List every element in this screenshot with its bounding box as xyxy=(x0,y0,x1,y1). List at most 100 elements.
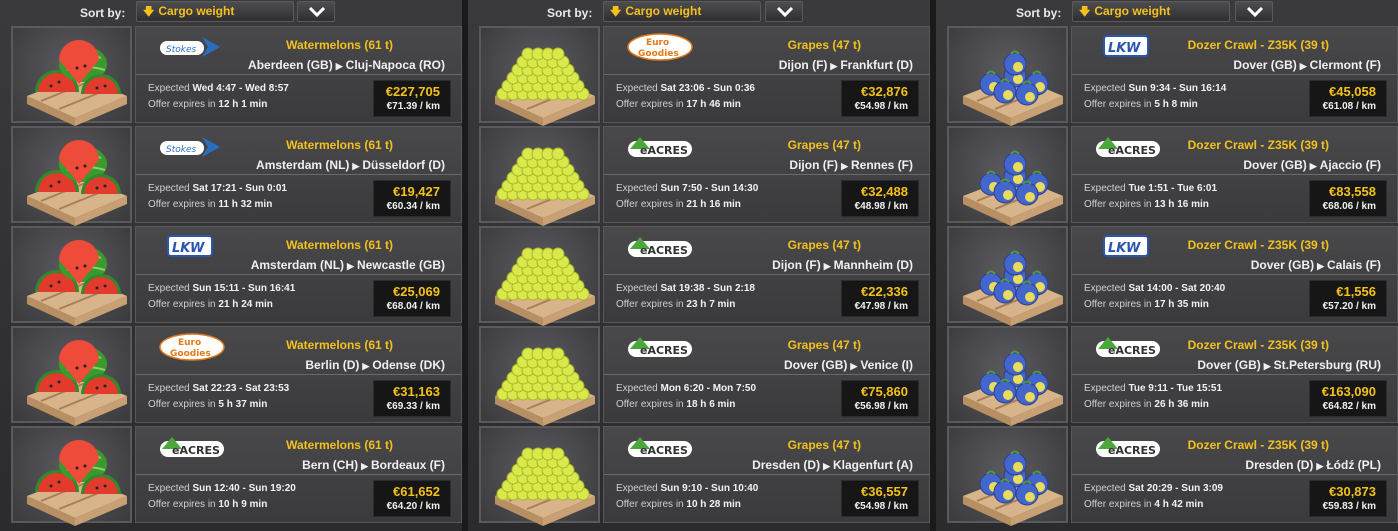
sort-select[interactable]: 🡇 Cargo weight xyxy=(1072,1,1230,22)
price-per-km: €64.20 / km xyxy=(386,501,440,512)
destination-city: Cluj-Napoca (RO) xyxy=(345,58,445,72)
job-offer-row[interactable]: eACRES Dozer Crawl - Z35K (39 t) Dresden… xyxy=(936,426,1398,526)
job-offer-card[interactable]: Euro Goodies Grapes (47 t) Dijon (F) ▶ Fra… xyxy=(603,26,930,123)
arrow-down-icon: 🡇 xyxy=(610,6,622,18)
divider xyxy=(604,374,929,375)
job-price: €25,069 xyxy=(393,284,440,299)
sort-order-toggle[interactable] xyxy=(765,1,803,22)
expected-delivery: Expected Sat 17:21 - Sun 0:01 xyxy=(148,183,287,194)
job-offer-card[interactable]: Euro Goodies Watermelons (61 t) Berlin (… xyxy=(135,326,462,423)
expires-time: 13 h 16 min xyxy=(1154,199,1209,210)
svg-text:eACRES: eACRES xyxy=(640,244,688,257)
price-per-km: €71.39 / km xyxy=(386,101,440,112)
expires-time: 18 h 6 min xyxy=(686,399,736,410)
job-offer-card[interactable]: eACRES Grapes (47 t) Dover (GB) ▶ Venice (… xyxy=(603,326,930,423)
cargo-name: Grapes (47 t) xyxy=(787,138,861,152)
expected-delivery: Expected Sun 7:50 - Sun 14:30 xyxy=(616,183,758,194)
expected-delivery: Expected Mon 6:20 - Mon 7:50 xyxy=(616,383,756,394)
job-offer-card[interactable]: eACRES Grapes (47 t) Dresden (D) ▶ Klagenf… xyxy=(603,426,930,523)
expected-label: Expected xyxy=(616,183,658,194)
sort-order-toggle[interactable] xyxy=(1235,1,1273,22)
job-offer-row[interactable]: Stokes Watermelons (61 t) Aberdeen (GB) ▶… xyxy=(0,26,462,126)
job-offer-card[interactable]: eACRES Grapes (47 t) Dijon (F) ▶ Mannheim … xyxy=(603,226,930,323)
cargo-name: Grapes (47 t) xyxy=(787,338,861,352)
route: Dijon (F) ▶ Rennes (F) xyxy=(789,158,913,172)
sort-label: Sort by: xyxy=(80,6,126,20)
job-offer-row[interactable]: Stokes Watermelons (61 t) Amsterdam (NL)… xyxy=(0,126,462,226)
job-offer-row[interactable]: eACRES Grapes (47 t) Dresden (D) ▶ Klagenf… xyxy=(468,426,930,526)
expected-label: Expected xyxy=(148,483,190,494)
price-per-km: €48.98 / km xyxy=(854,201,908,212)
expires-time: 23 h 7 min xyxy=(686,299,736,310)
destination-city: Klagenfurt (A) xyxy=(833,458,913,472)
sort-select[interactable]: 🡇 Cargo weight xyxy=(136,1,294,22)
expires-time: 10 h 28 min xyxy=(686,499,741,510)
price-per-km: €60.34 / km xyxy=(386,201,440,212)
sort-bar: Sort by: 🡇 Cargo weight xyxy=(936,0,1398,24)
expected-delivery: Expected Sun 9:34 - Sun 16:14 xyxy=(1084,83,1226,94)
job-offer-card[interactable]: LKW Dozer Crawl - Z35K (39 t) Dover (GB)… xyxy=(1071,226,1398,323)
divider xyxy=(604,274,929,275)
job-offer-row[interactable]: eACRES Grapes (47 t) Dover (GB) ▶ Venice (… xyxy=(468,326,930,426)
chevron-down-icon xyxy=(777,7,793,17)
job-offer-card[interactable]: eACRES Watermelons (61 t) Bern (CH) ▶ Bord… xyxy=(135,426,462,523)
job-offer-card[interactable]: LKW Watermelons (61 t) Amsterdam (NL) ▶ Ne… xyxy=(135,226,462,323)
company-logo: Stokes xyxy=(158,33,228,61)
job-offer-card[interactable]: eACRES Grapes (47 t) Dijon (F) ▶ Rennes (F… xyxy=(603,126,930,223)
job-offer-row[interactable]: LKW Dozer Crawl - Z35K (39 t) Dover (GB)… xyxy=(936,26,1398,126)
job-offer-row[interactable]: eACRES Watermelons (61 t) Bern (CH) ▶ Bord… xyxy=(0,426,462,526)
route: Dover (GB) ▶ Calais (F) xyxy=(1251,258,1381,272)
company-logo: eACRES xyxy=(1094,433,1164,461)
price-box: €32,876 €54.98 / km xyxy=(841,80,919,117)
offer-expiry: Offer expires in 26 h 36 min xyxy=(1084,399,1209,410)
company-logo: Euro Goodies xyxy=(626,33,696,61)
cargo-image xyxy=(479,326,600,426)
job-offer-card[interactable]: Stokes Watermelons (61 t) Aberdeen (GB) ▶… xyxy=(135,26,462,123)
price-per-km: €47.98 / km xyxy=(854,301,908,312)
offer-expiry: Offer expires in 18 h 6 min xyxy=(616,399,735,410)
cargo-name: Watermelons (61 t) xyxy=(286,138,393,152)
cargo-name: Dozer Crawl - Z35K (39 t) xyxy=(1187,338,1329,352)
expected-delivery: Expected Sat 19:38 - Sun 2:18 xyxy=(616,283,755,294)
cargo-image xyxy=(947,426,1068,526)
job-offer-row[interactable]: LKW Watermelons (61 t) Amsterdam (NL) ▶ Ne… xyxy=(0,226,462,326)
sort-order-toggle[interactable] xyxy=(297,1,335,22)
job-offer-card[interactable]: Stokes Watermelons (61 t) Amsterdam (NL)… xyxy=(135,126,462,223)
cargo-name: Watermelons (61 t) xyxy=(286,238,393,252)
job-offer-row[interactable]: eACRES Grapes (47 t) Dijon (F) ▶ Rennes (F… xyxy=(468,126,930,226)
expires-time: 12 h 1 min xyxy=(218,99,268,110)
price-box: €31,163 €69.33 / km xyxy=(373,380,451,417)
job-offer-card[interactable]: eACRES Dozer Crawl - Z35K (39 t) Dresden… xyxy=(1071,426,1398,523)
job-offer-row[interactable]: eACRES Grapes (47 t) Dijon (F) ▶ Mannheim … xyxy=(468,226,930,326)
job-price: €22,336 xyxy=(861,284,908,299)
expires-label: Offer expires in xyxy=(148,299,216,310)
company-logo: eACRES xyxy=(1094,333,1164,361)
destination-city: Venice (I) xyxy=(860,358,913,372)
job-offer-row[interactable]: Euro Goodies Grapes (47 t) Dijon (F) ▶ Fra… xyxy=(468,26,930,126)
cargo-name: Grapes (47 t) xyxy=(787,238,861,252)
job-offer-card[interactable]: eACRES Dozer Crawl - Z35K (39 t) Dover (… xyxy=(1071,326,1398,423)
job-price: €32,876 xyxy=(861,84,908,99)
job-offer-row[interactable]: eACRES Dozer Crawl - Z35K (39 t) Dover (… xyxy=(936,126,1398,226)
route-arrow-icon: ▶ xyxy=(850,361,858,371)
company-logo: LKW xyxy=(1094,233,1164,261)
offer-expiry: Offer expires in 21 h 24 min xyxy=(148,299,273,310)
divider xyxy=(1072,174,1397,175)
expected-label: Expected xyxy=(1084,283,1126,294)
svg-text:eACRES: eACRES xyxy=(1108,344,1156,357)
job-offer-row[interactable]: eACRES Dozer Crawl - Z35K (39 t) Dover (… xyxy=(936,326,1398,426)
expires-time: 17 h 35 min xyxy=(1154,299,1209,310)
svg-text:Stokes: Stokes xyxy=(166,45,196,55)
job-offer-card[interactable]: LKW Dozer Crawl - Z35K (39 t) Dover (GB)… xyxy=(1071,26,1398,123)
job-offer-row[interactable]: Euro Goodies Watermelons (61 t) Berlin (… xyxy=(0,326,462,426)
destination-city: Rennes (F) xyxy=(850,158,913,172)
job-price: €61,652 xyxy=(393,484,440,499)
job-offer-card[interactable]: eACRES Dozer Crawl - Z35K (39 t) Dover (… xyxy=(1071,126,1398,223)
origin-city: Dijon (F) xyxy=(789,158,839,172)
cargo-image xyxy=(11,426,132,526)
sort-select[interactable]: 🡇 Cargo weight xyxy=(603,1,761,22)
expected-label: Expected xyxy=(148,283,190,294)
job-offer-row[interactable]: LKW Dozer Crawl - Z35K (39 t) Dover (GB)… xyxy=(936,226,1398,326)
divider xyxy=(604,174,929,175)
destination-city: Newcastle (GB) xyxy=(356,258,445,272)
